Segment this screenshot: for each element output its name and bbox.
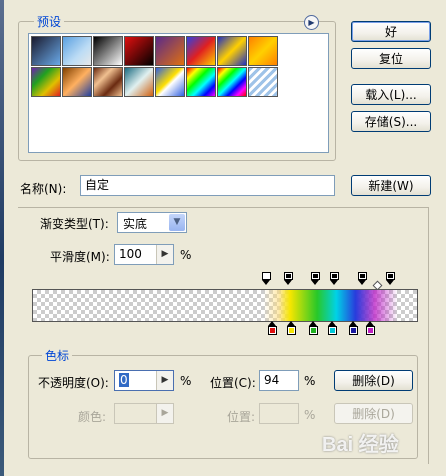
preset-swatch-16[interactable] [248, 67, 278, 97]
background-strip [0, 0, 4, 476]
opacity-stop-4[interactable] [330, 272, 339, 285]
preset-swatch-7[interactable] [217, 36, 247, 66]
new-button[interactable]: 新建(W) [351, 175, 431, 196]
position-input[interactable]: 94 [259, 370, 299, 391]
chevron-down-icon: ▼ [169, 214, 185, 231]
reset-button[interactable]: 复位 [351, 48, 431, 69]
gradient-type-label: 渐变类型(T): [40, 217, 109, 231]
preset-swatch-1[interactable] [31, 36, 61, 66]
color-stop-2[interactable] [287, 321, 296, 335]
smoothness-label: 平滑度(M): [50, 250, 110, 264]
opacity-unit: % [180, 374, 192, 388]
save-button[interactable]: 存储(S)... [351, 111, 431, 132]
color-swatch-field: ▶ [114, 403, 174, 424]
gradient-type-select[interactable]: 实底 ▼ [117, 212, 187, 233]
opacity-stop-2[interactable] [284, 272, 293, 285]
name-label: 名称(N): [20, 182, 67, 196]
opacity-stop-1[interactable] [262, 272, 271, 285]
preset-swatch-2[interactable] [62, 36, 92, 66]
color-arrow-icon: ▶ [156, 404, 173, 423]
position2-unit: % [304, 408, 316, 422]
gradient-preview-bar[interactable] [32, 289, 418, 322]
delete-color-stop-button: 删除(D) [334, 403, 413, 424]
opacity-stop-6[interactable] [386, 272, 395, 285]
position2-input [259, 403, 299, 424]
color-stop-1[interactable] [268, 321, 277, 335]
presets-list[interactable] [28, 33, 329, 153]
preset-swatch-12[interactable] [124, 67, 154, 97]
opacity-stop-5[interactable] [358, 272, 367, 285]
gradient-type-value: 实底 [123, 217, 148, 231]
preset-swatch-3[interactable] [93, 36, 123, 66]
ok-button[interactable]: 好 [351, 21, 431, 42]
preset-swatch-13[interactable] [155, 67, 185, 97]
preset-swatch-5[interactable] [155, 36, 185, 66]
smoothness-unit: % [180, 248, 192, 262]
color-stop-3[interactable] [309, 321, 318, 335]
preset-swatch-9[interactable] [31, 67, 61, 97]
smoothness-arrow-icon[interactable]: ▶ [156, 245, 173, 264]
position2-label: 位置: [227, 410, 256, 424]
opacity-arrow-icon[interactable]: ▶ [156, 371, 173, 390]
color-label: 颜色: [78, 410, 107, 424]
smoothness-value: 100 [119, 247, 142, 261]
color-stop-6[interactable] [366, 321, 375, 335]
position-unit: % [304, 374, 316, 388]
presets-menu-arrow-icon[interactable]: ▶ [304, 15, 319, 30]
presets-legend: 预设 [34, 13, 65, 30]
preset-swatch-10[interactable] [62, 67, 92, 97]
preset-swatch-15[interactable] [217, 67, 247, 97]
opacity-value: 0 [119, 373, 129, 387]
delete-opacity-stop-button[interactable]: 删除(D) [334, 370, 413, 391]
preset-swatch-8[interactable] [248, 36, 278, 66]
preset-swatch-6[interactable] [186, 36, 216, 66]
preset-swatch-14[interactable] [186, 67, 216, 97]
watermark-logo: Bai 经验 [322, 434, 399, 456]
position-label: 位置(C): [210, 376, 256, 390]
name-input[interactable]: 自定 [80, 175, 335, 196]
preset-swatch-11[interactable] [93, 67, 123, 97]
gradient-fill [33, 290, 417, 321]
preset-swatch-4[interactable] [124, 36, 154, 66]
load-button[interactable]: 载入(L)... [351, 84, 431, 105]
opacity-label: 不透明度(O): [38, 376, 109, 390]
smoothness-input[interactable]: 100 ▶ [114, 244, 174, 265]
opacity-input[interactable]: 0 ▶ [114, 370, 174, 391]
gradient-editor-dialog: 预设 ▶ 好 复位 载入(L)... 存储(S)... 名称(N): 自定 新建… [0, 0, 446, 476]
color-stops-legend: 色标 [42, 347, 73, 364]
opacity-stop-3[interactable] [311, 272, 320, 285]
color-stop-4[interactable] [328, 321, 337, 335]
color-stop-5[interactable] [349, 321, 358, 335]
